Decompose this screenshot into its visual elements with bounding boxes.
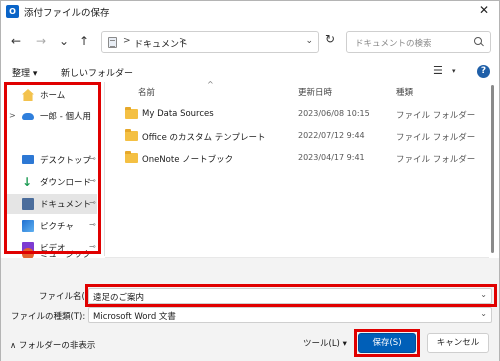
- folder-icon: [125, 107, 138, 119]
- search-input[interactable]: ドキュメントの検索: [346, 31, 491, 53]
- pin-icon: ⊸: [89, 154, 96, 163]
- folder-icon: [125, 129, 138, 141]
- sidebar-item-label: デスクトップ: [40, 156, 92, 166]
- breadcrumb-separator-icon[interactable]: >: [123, 36, 131, 46]
- pin-icon: ⊸: [89, 176, 96, 185]
- sidebar-item-onedrive[interactable]: > 一郎 - 個人用: [5, 106, 97, 126]
- onedrive-icon: [22, 113, 34, 120]
- pin-icon: ⊸: [89, 220, 96, 229]
- cancel-button[interactable]: キャンセル: [427, 333, 489, 353]
- pin-icon: ⊸: [89, 198, 96, 207]
- recent-locations-chevron-icon[interactable]: ⌄: [57, 34, 71, 48]
- save-attachment-dialog: O 添付ファイルの保存 ✕ ← → ⌄ ↑ > ドキュメント > ⌄ ↻ ドキュ…: [0, 0, 500, 361]
- column-header-modified[interactable]: 更新日時: [298, 86, 332, 98]
- hide-folders-button[interactable]: ∧ フォルダーの非表示: [10, 339, 95, 351]
- filetype-select[interactable]: Microsoft Word 文書 ⌄: [88, 307, 492, 323]
- file-type: ファイル フォルダー: [396, 111, 476, 121]
- home-icon: [22, 89, 34, 101]
- up-arrow-icon[interactable]: ↑: [77, 34, 91, 48]
- command-toolbar: 整理 ▾ 新しいフォルダー ☰ ▾ ?: [1, 62, 499, 82]
- filetype-label: ファイルの種類(T):: [11, 312, 86, 322]
- filename-dropdown-icon[interactable]: ⌄: [480, 290, 487, 299]
- desktop-icon: [22, 155, 34, 164]
- download-icon: ↓: [22, 175, 33, 189]
- tools-menu-button[interactable]: ツール(L) ▾: [303, 337, 347, 349]
- breadcrumb-separator-icon[interactable]: >: [179, 36, 187, 46]
- file-type: ファイル フォルダー: [396, 133, 476, 143]
- refresh-icon[interactable]: ↻: [325, 32, 335, 46]
- title-bar: O 添付ファイルの保存 ✕: [1, 1, 499, 22]
- window-title: 添付ファイルの保存: [24, 8, 110, 19]
- filename-field[interactable]: 遠足のご案内 ⌄: [88, 288, 492, 304]
- sidebar-item-label: ドキュメント: [40, 200, 92, 210]
- sidebar-item-label: ダウンロード: [40, 178, 92, 188]
- sidebar-item-desktop[interactable]: デスクトップ ⊸: [5, 150, 97, 170]
- sidebar-item-pictures[interactable]: ピクチャ ⊸: [5, 216, 97, 236]
- documents-location-icon: [108, 37, 117, 48]
- outlook-app-icon: O: [6, 5, 19, 18]
- sidebar-item-home[interactable]: ホーム: [5, 85, 97, 105]
- address-bar[interactable]: > ドキュメント > ⌄: [101, 31, 319, 53]
- sort-ascending-icon: ^: [207, 80, 214, 89]
- view-options-icon[interactable]: ☰: [433, 64, 443, 77]
- sidebar-item-label: ホーム: [40, 91, 66, 101]
- column-header-name[interactable]: 名前: [138, 86, 155, 98]
- help-icon[interactable]: ?: [477, 65, 490, 78]
- back-arrow-icon[interactable]: ←: [9, 34, 23, 48]
- file-modified: 2022/07/12 9:44: [298, 131, 365, 140]
- file-name: Office のカスタム テンプレート: [142, 133, 266, 143]
- file-name: OneNote ノートブック: [142, 155, 234, 165]
- close-icon[interactable]: ✕: [479, 3, 489, 17]
- file-row[interactable]: My Data Sources 2023/06/08 10:15 ファイル フォ…: [105, 105, 489, 124]
- pictures-icon: [22, 220, 34, 232]
- file-list: 名前 ^ 更新日時 種類 My Data Sources 2023/06/08 …: [105, 80, 489, 256]
- vertical-scrollbar[interactable]: [491, 85, 494, 253]
- navigation-pane: ホーム > 一郎 - 個人用 デスクトップ ⊸ ↓ ダウンロード ⊸ ドキュメン…: [1, 82, 104, 260]
- column-header-type[interactable]: 種類: [396, 86, 413, 98]
- forward-arrow-icon[interactable]: →: [34, 34, 48, 48]
- filetype-value: Microsoft Word 文書: [93, 312, 176, 322]
- address-history-chevron-icon[interactable]: ⌄: [305, 36, 313, 46]
- save-button[interactable]: 保存(S): [358, 333, 416, 353]
- search-icon: [474, 37, 484, 47]
- expand-chevron-icon[interactable]: >: [9, 111, 16, 120]
- file-modified: 2023/04/17 9:41: [298, 153, 365, 162]
- view-options-caret-icon[interactable]: ▾: [452, 67, 456, 75]
- sidebar-item-label: 一郎 - 個人用: [40, 112, 91, 122]
- sidebar-item-downloads[interactable]: ↓ ダウンロード ⊸: [5, 172, 97, 192]
- sidebar-item-label: ピクチャ: [40, 222, 74, 232]
- organize-menu-button[interactable]: 整理 ▾: [12, 66, 37, 79]
- sidebar-item-documents[interactable]: ドキュメント ⊸: [5, 194, 97, 214]
- search-placeholder: ドキュメントの検索: [355, 39, 432, 49]
- file-modified: 2023/06/08 10:15: [298, 109, 370, 118]
- documents-icon: [22, 198, 34, 210]
- filename-value: 遠足のご案内: [93, 293, 145, 303]
- file-row[interactable]: OneNote ノートブック 2023/04/17 9:41 ファイル フォルダ…: [105, 149, 489, 168]
- file-row[interactable]: Office のカスタム テンプレート 2022/07/12 9:44 ファイル…: [105, 127, 489, 146]
- filetype-dropdown-icon[interactable]: ⌄: [480, 309, 487, 318]
- file-type: ファイル フォルダー: [396, 155, 476, 165]
- file-name: My Data Sources: [142, 109, 214, 119]
- pin-icon: ⊸: [89, 248, 96, 257]
- folder-icon: [125, 151, 138, 163]
- new-folder-button[interactable]: 新しいフォルダー: [61, 66, 133, 79]
- address-row: ← → ⌄ ↑ > ドキュメント > ⌄ ↻ ドキュメントの検索: [1, 22, 499, 62]
